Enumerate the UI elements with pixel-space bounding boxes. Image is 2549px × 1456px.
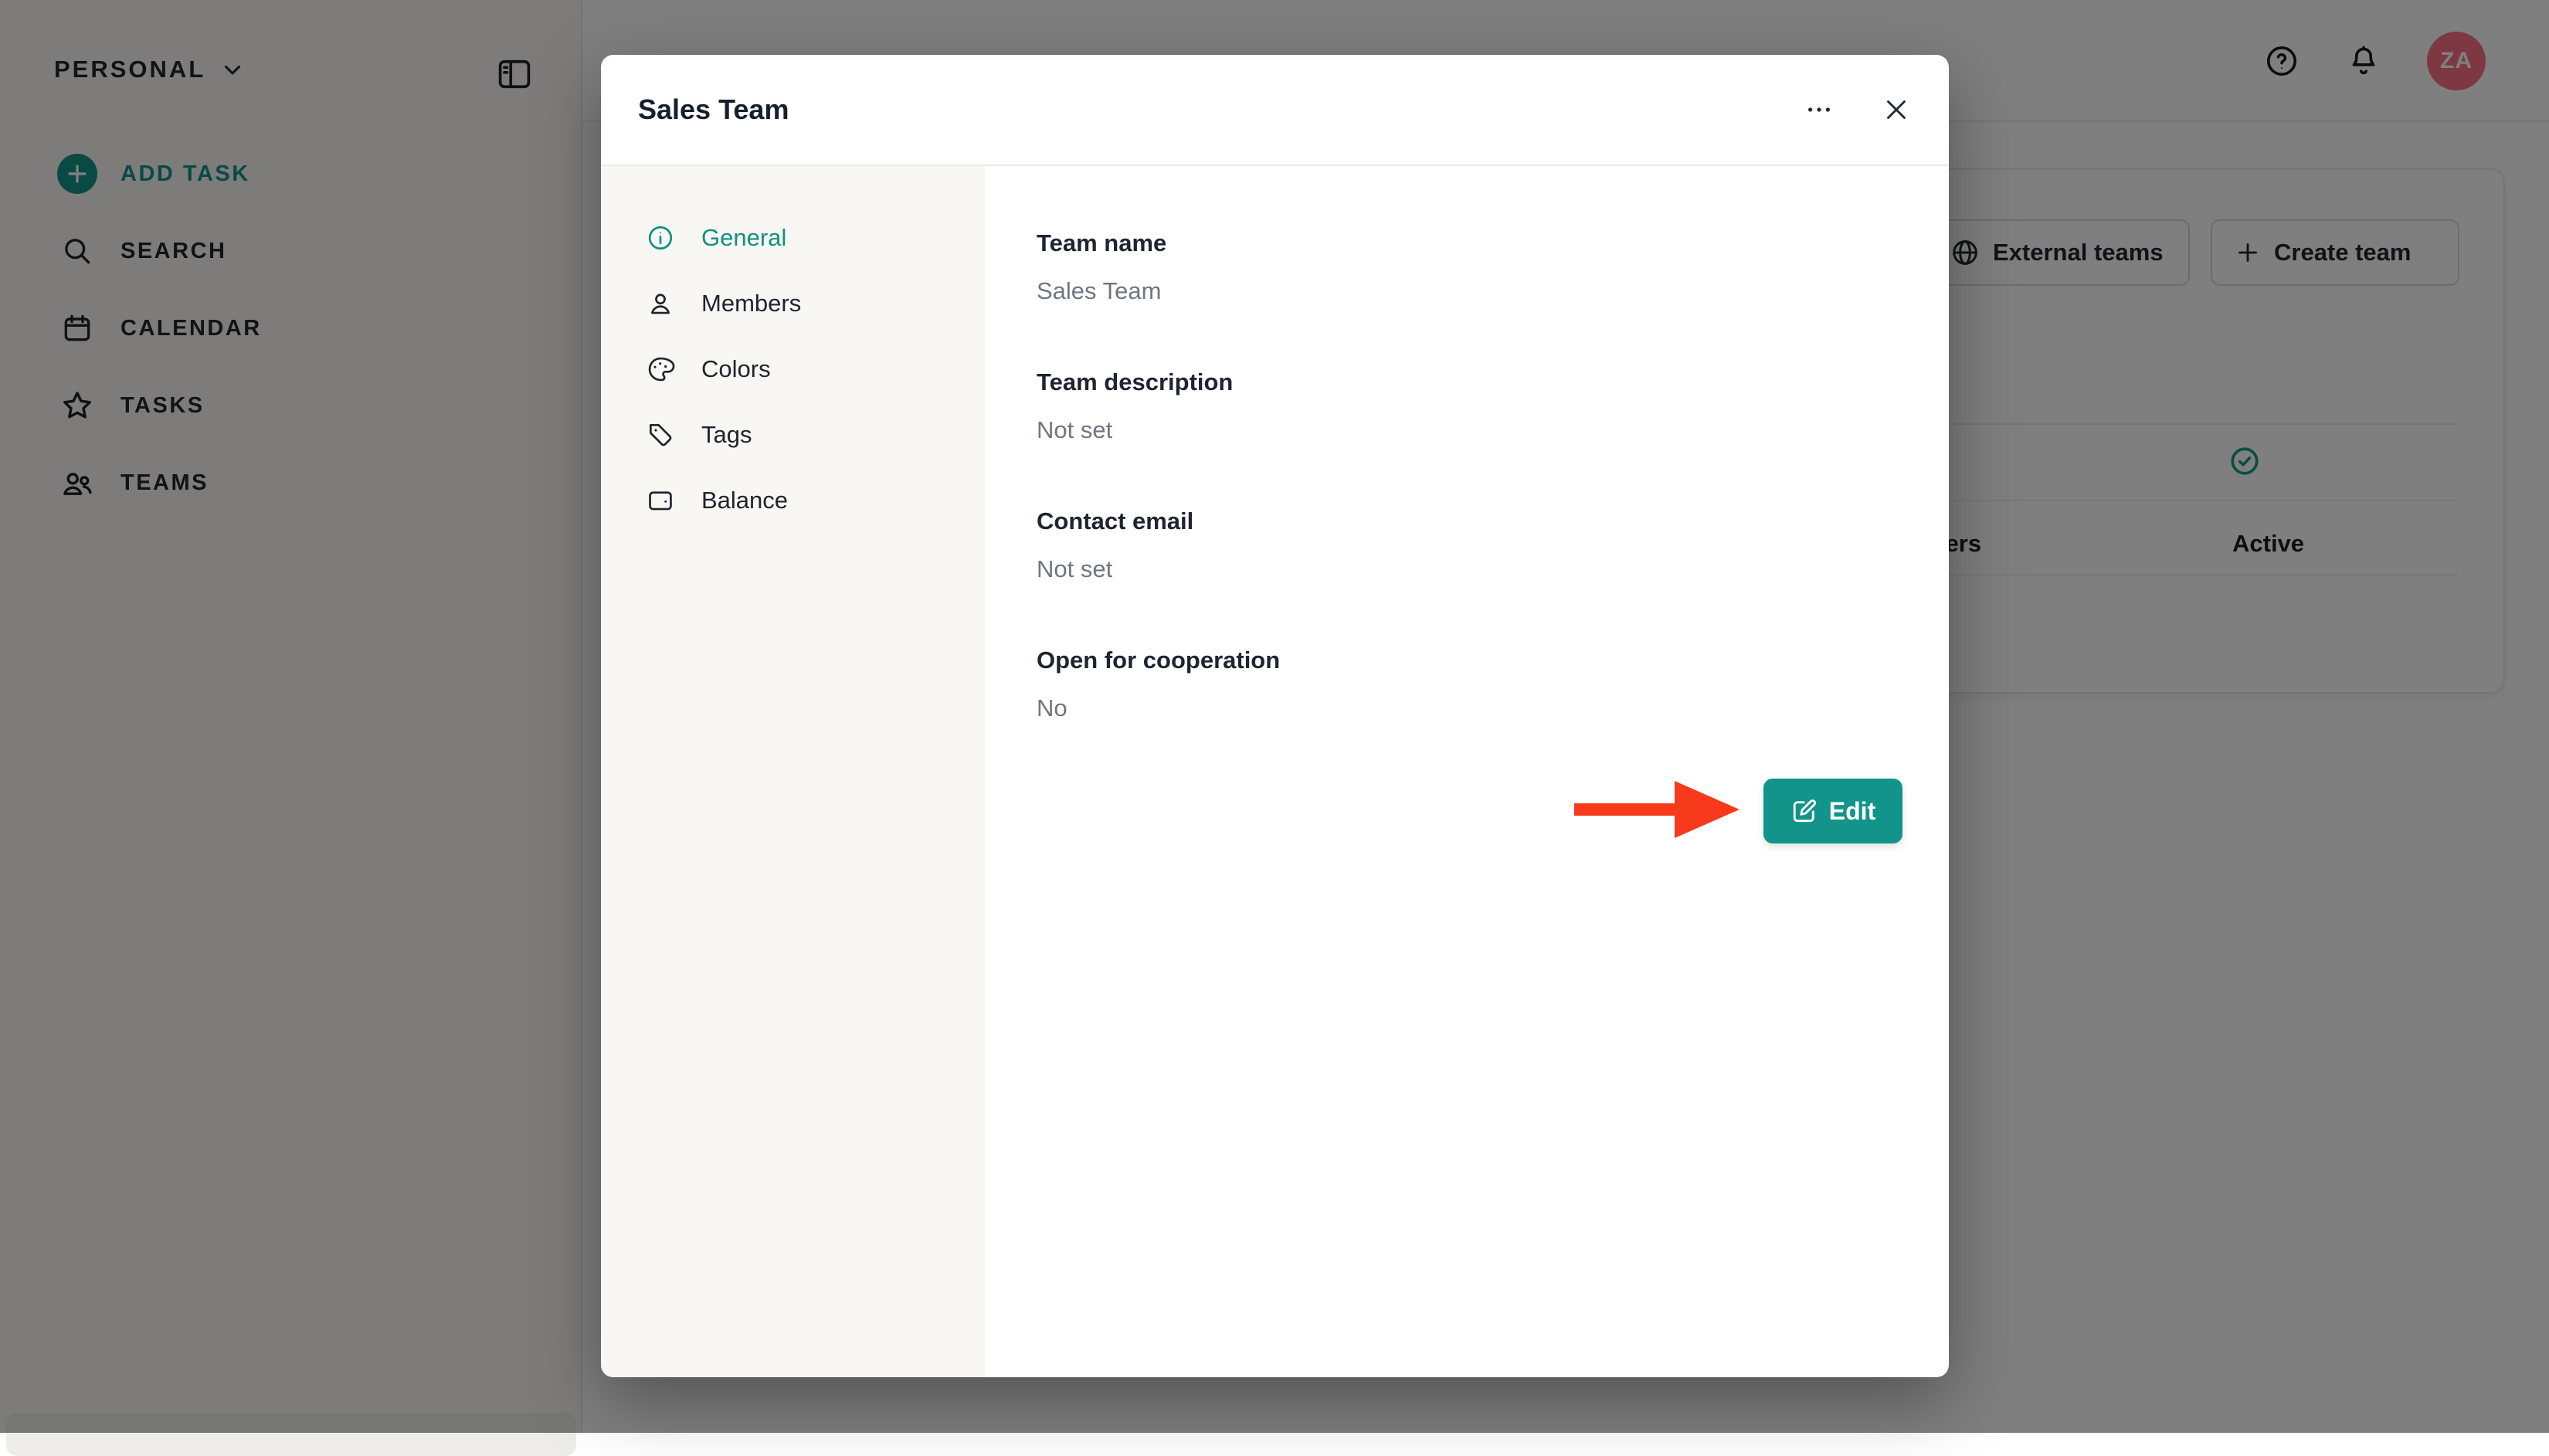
field-label: Team name (1037, 226, 1949, 260)
tab-tags[interactable]: Tags (601, 402, 986, 467)
kebab-menu-icon[interactable] (1797, 88, 1841, 131)
annotation-arrow-icon (1574, 775, 1741, 844)
info-icon (646, 223, 675, 253)
palette-icon (646, 355, 675, 384)
field-value: Not set (1037, 413, 1949, 447)
field-label: Contact email (1037, 504, 1949, 538)
tab-label: General (701, 224, 786, 252)
user-icon (646, 289, 675, 318)
field-label: Open for cooperation (1037, 643, 1949, 677)
tab-label: Tags (701, 421, 752, 449)
field-value: Sales Team (1037, 274, 1949, 308)
modal-content: Team name Sales Team Team description No… (986, 166, 1949, 1377)
edit-icon (1790, 797, 1818, 825)
field-team-description: Team description Not set (1037, 365, 1949, 447)
tab-label: Balance (701, 487, 788, 514)
field-contact-email: Contact email Not set (1037, 504, 1949, 586)
modal-title: Sales Team (638, 55, 789, 165)
field-label: Team description (1037, 365, 1949, 399)
field-value: No (1037, 691, 1949, 725)
modal-header: Sales Team (601, 55, 1949, 166)
tag-icon (646, 420, 675, 450)
tab-general[interactable]: General (601, 205, 986, 270)
modal-tab-rail: General Members Colors (601, 166, 986, 1377)
close-icon[interactable] (1875, 88, 1918, 131)
tab-label: Members (701, 290, 801, 317)
tab-colors[interactable]: Colors (601, 336, 986, 402)
field-team-name: Team name Sales Team (1037, 226, 1949, 308)
edit-button-label: Edit (1829, 797, 1875, 826)
team-settings-modal: Sales Team General Members (601, 55, 1949, 1377)
tab-label: Colors (701, 355, 771, 383)
edit-button[interactable]: Edit (1763, 779, 1902, 843)
field-value: Not set (1037, 552, 1949, 586)
wallet-icon (646, 486, 675, 515)
tab-members[interactable]: Members (601, 270, 986, 336)
tab-balance[interactable]: Balance (601, 467, 986, 533)
field-open-for-cooperation: Open for cooperation No (1037, 643, 1949, 725)
